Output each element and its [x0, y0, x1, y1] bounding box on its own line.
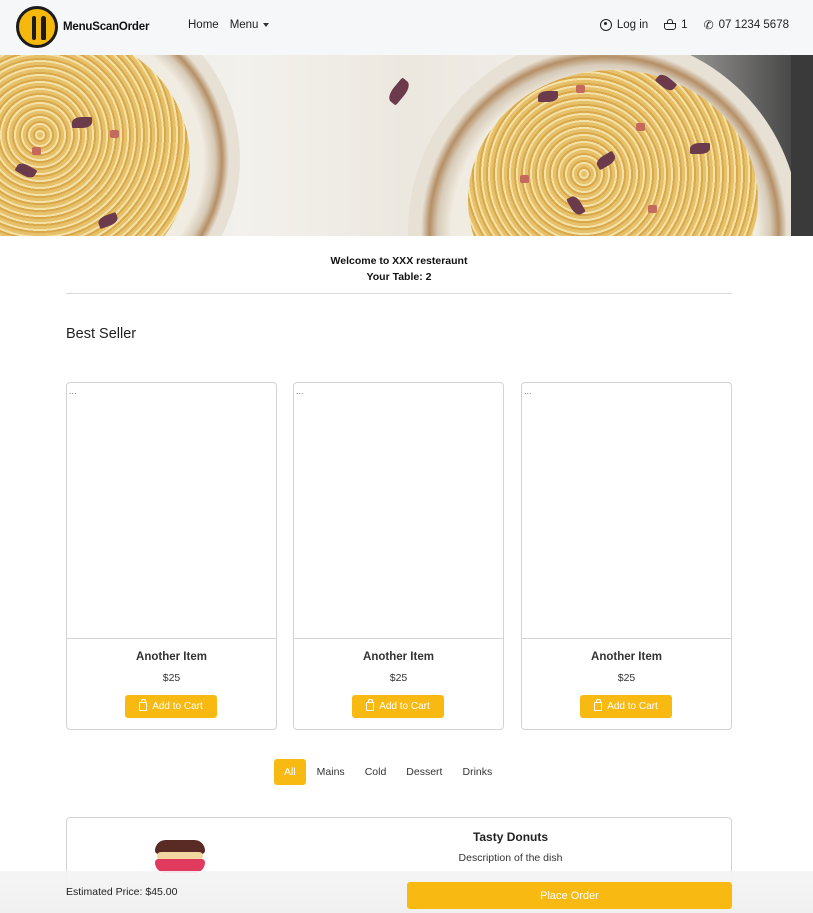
nav-menu-label: Menu	[229, 19, 259, 31]
product-name: Another Item	[136, 651, 207, 663]
nav-menu-dropdown[interactable]: Menu	[230, 19, 270, 31]
shopping-bag-icon	[139, 699, 148, 711]
herb-leaf	[72, 117, 92, 128]
cart-count: 1	[681, 19, 688, 31]
order-footer-bar: Estimated Price: $45.00 Place Order	[0, 871, 813, 913]
tab-cold[interactable]: Cold	[355, 759, 397, 785]
phone-icon: ✆	[703, 18, 714, 32]
hero-banner-image	[0, 55, 813, 236]
place-order-button[interactable]: Place Order	[407, 882, 732, 909]
login-link[interactable]: Log in	[599, 19, 649, 31]
navbar: MenuScanOrder Home Menu Log in 1 ✆ 07 12…	[0, 0, 813, 55]
bacon-piece	[520, 175, 529, 183]
dish-description: Description of the dish	[458, 852, 563, 864]
welcome-message: Welcome to XXX resteraunt Your Table: 2	[66, 253, 732, 285]
tab-dessert[interactable]: Dessert	[396, 759, 452, 785]
nav-links: Home Menu	[188, 19, 270, 31]
tab-mains[interactable]: Mains	[307, 759, 355, 785]
nav-home-link[interactable]: Home	[188, 19, 219, 31]
add-to-cart-button[interactable]: Add to Cart	[125, 695, 217, 718]
product-image: ...	[522, 383, 731, 639]
image-placeholder-text: ...	[296, 386, 304, 396]
welcome-restaurant: Welcome to XXX resteraunt	[330, 255, 468, 267]
bacon-piece	[648, 205, 657, 213]
category-tabs: All Mains Cold Dessert Drinks	[274, 759, 502, 785]
brand-name: MenuScanOrder	[63, 21, 150, 33]
shopping-bag-icon	[366, 699, 375, 711]
shopping-bag-icon	[594, 699, 603, 711]
add-to-cart-label: Add to Cart	[607, 701, 658, 712]
caret-down-icon	[263, 22, 270, 27]
best-seller-heading: Best Seller	[66, 326, 137, 342]
tab-drinks[interactable]: Drinks	[452, 759, 502, 785]
product-price: $25	[162, 672, 181, 684]
pasta-left	[0, 55, 190, 236]
product-image: ...	[294, 383, 503, 639]
tab-all[interactable]: All	[274, 759, 306, 785]
login-label: Log in	[616, 19, 649, 31]
product-name: Another Item	[591, 651, 662, 663]
add-to-cart-button[interactable]: Add to Cart	[352, 695, 444, 718]
product-price: $25	[617, 672, 636, 684]
hero-dark-edge	[791, 55, 813, 236]
product-image: ...	[67, 383, 276, 639]
bacon-piece	[636, 123, 645, 131]
phone-number: 07 1234 5678	[718, 19, 789, 31]
herb-leaf	[690, 143, 710, 154]
add-to-cart-button[interactable]: Add to Cart	[580, 695, 672, 718]
herb-leaf	[385, 77, 413, 106]
phone-link[interactable]: ✆ 07 1234 5678	[704, 19, 789, 31]
bacon-piece	[110, 130, 119, 138]
product-card: ... Another Item $25 Add to Cart	[293, 382, 504, 730]
dish-name: Tasty Donuts	[472, 830, 549, 844]
divider	[66, 293, 732, 294]
herb-leaf	[538, 91, 558, 102]
image-placeholder-text: ...	[69, 386, 77, 396]
brand-link[interactable]: MenuScanOrder	[16, 6, 149, 48]
welcome-table: Your Table: 2	[366, 271, 432, 283]
basket-icon	[664, 19, 677, 31]
product-card: ... Another Item $25 Add to Cart	[66, 382, 277, 730]
add-to-cart-label: Add to Cart	[379, 701, 430, 712]
bacon-piece	[32, 147, 41, 155]
add-to-cart-label: Add to Cart	[152, 701, 203, 712]
product-name: Another Item	[363, 651, 434, 663]
product-card: ... Another Item $25 Add to Cart	[521, 382, 732, 730]
image-placeholder-text: ...	[524, 386, 532, 396]
nav-right: Log in 1 ✆ 07 1234 5678	[599, 19, 789, 31]
cart-link[interactable]: 1	[664, 19, 688, 31]
user-circle-icon	[599, 19, 612, 31]
product-price: $25	[389, 672, 408, 684]
estimated-price: Estimated Price: $45.00	[66, 886, 178, 898]
restaurant-logo-icon	[16, 6, 58, 48]
bacon-piece	[576, 85, 585, 93]
